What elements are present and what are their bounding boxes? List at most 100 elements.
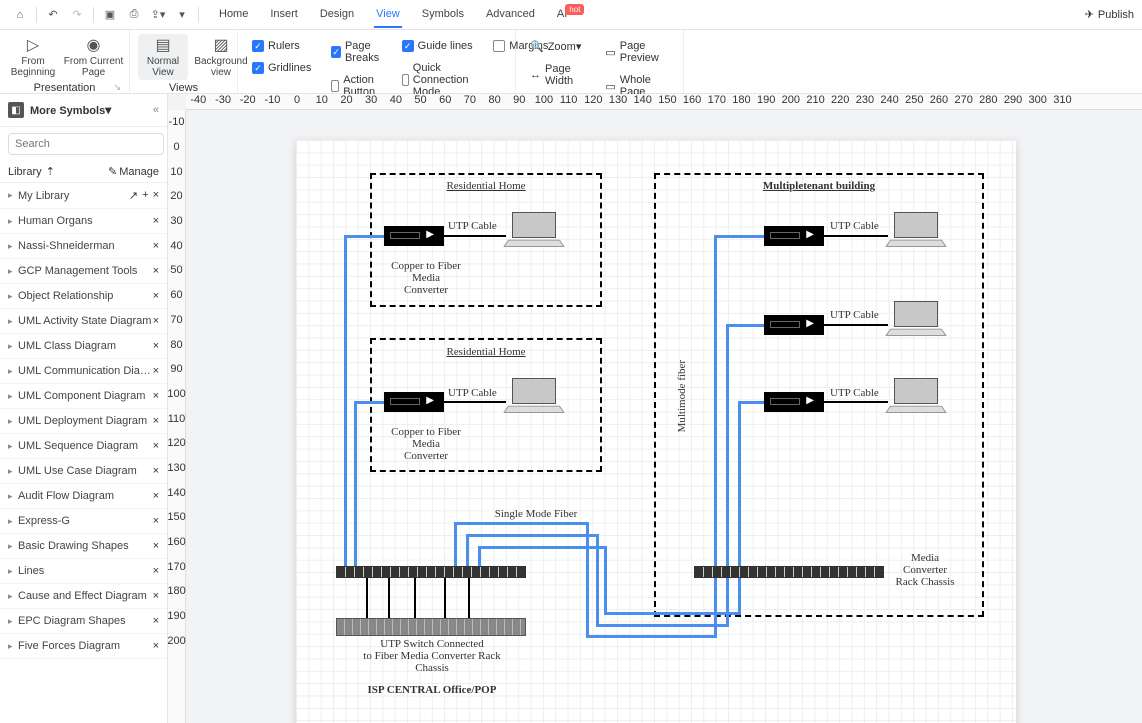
lib-action-icon[interactable]: × xyxy=(153,465,159,477)
lib-action-icon[interactable]: × xyxy=(153,415,159,427)
lib-action-icon[interactable]: × xyxy=(153,189,159,202)
search-input[interactable] xyxy=(8,133,164,155)
lib-action-icon[interactable]: × xyxy=(153,540,159,552)
library-item[interactable]: ▸Audit Flow Diagram× xyxy=(0,484,167,509)
rack-left[interactable] xyxy=(336,566,526,578)
lib-action-icon[interactable]: × xyxy=(153,390,159,402)
rack-right[interactable] xyxy=(694,566,884,578)
device-mt-1[interactable] xyxy=(764,226,824,246)
print-icon[interactable]: ⎙ xyxy=(122,3,146,27)
checkbox-gridlines[interactable]: Gridlines xyxy=(246,60,317,76)
lib-action-icon[interactable]: × xyxy=(153,440,159,452)
undo-icon[interactable]: ↶ xyxy=(41,3,65,27)
laptop-mt-2[interactable] xyxy=(888,301,944,337)
expand-icon[interactable]: ↘ xyxy=(113,82,121,93)
library-item[interactable]: ▸UML Deployment Diagram× xyxy=(0,409,167,434)
menu-tab-insert[interactable]: Insert xyxy=(268,2,300,28)
lib-action-icon[interactable]: × xyxy=(153,615,159,627)
menu-tab-view[interactable]: View xyxy=(374,2,402,28)
normal-view-button[interactable]: ▤Normal View xyxy=(138,34,188,80)
library-list[interactable]: ▸My Library↗+×▸Human Organs×▸Nassi-Shnei… xyxy=(0,183,167,723)
library-item[interactable]: ▸Lines× xyxy=(0,559,167,584)
library-item[interactable]: ▸Object Relationship× xyxy=(0,284,167,309)
lib-action-icon[interactable]: × xyxy=(153,640,159,652)
library-item[interactable]: ▸Five Forces Diagram× xyxy=(0,634,167,659)
laptop-mt-3[interactable] xyxy=(888,378,944,414)
lib-action-icon[interactable]: + xyxy=(142,189,148,202)
from-beginning-button[interactable]: ▷From Beginning xyxy=(8,34,58,80)
library-item[interactable]: ▸UML Activity State Diagram× xyxy=(0,309,167,334)
checkbox-label: Guide lines xyxy=(418,40,473,52)
from-current-button[interactable]: ◉From Current Page xyxy=(66,34,121,80)
library-item[interactable]: ▸UML Communication Diagr...× xyxy=(0,359,167,384)
library-item[interactable]: ▸My Library↗+× xyxy=(0,183,167,209)
lib-action-icon[interactable]: × xyxy=(153,340,159,352)
lib-action-icon[interactable]: × xyxy=(153,240,159,252)
library-item[interactable]: ▸UML Use Case Diagram× xyxy=(0,459,167,484)
page-width-button[interactable]: ↔Page Width xyxy=(524,61,591,89)
device-mt-3[interactable] xyxy=(764,392,824,412)
menu-tab-home[interactable]: Home xyxy=(217,2,250,28)
menu-tab-design[interactable]: Design xyxy=(318,2,356,28)
library-item[interactable]: ▸Cause and Effect Diagram× xyxy=(0,584,167,609)
library-item[interactable]: ▸Express-G× xyxy=(0,509,167,534)
lib-action-icon[interactable]: × xyxy=(153,515,159,527)
library-item[interactable]: ▸EPC Diagram Shapes× xyxy=(0,609,167,634)
lib-action-icon[interactable]: × xyxy=(153,265,159,277)
lib-action-icon[interactable]: × xyxy=(153,215,159,227)
library-item[interactable]: ▸UML Component Diagram× xyxy=(0,384,167,409)
lib-action-icon[interactable]: × xyxy=(153,490,159,502)
save-icon[interactable]: ▣ xyxy=(98,3,122,27)
checkbox-page-breaks[interactable]: Page Breaks xyxy=(325,38,387,66)
library-item[interactable]: ▸Human Organs× xyxy=(0,209,167,234)
wire xyxy=(354,401,357,566)
device-converter-2[interactable] xyxy=(384,392,444,412)
lib-action-icon[interactable]: × xyxy=(153,565,159,577)
laptop-mt-1[interactable] xyxy=(888,212,944,248)
wire xyxy=(726,324,764,327)
lib-action-icon[interactable]: × xyxy=(153,315,159,327)
page[interactable]: Residential Home UTP Cable Copper to Fib… xyxy=(296,140,1016,723)
menu-tab-symbols[interactable]: Symbols xyxy=(420,2,466,28)
device-converter-1[interactable] xyxy=(384,226,444,246)
wire xyxy=(344,235,347,566)
lib-action-icon[interactable]: × xyxy=(153,290,159,302)
home-icon[interactable]: ⌂ xyxy=(8,3,32,27)
checkbox-guide-lines[interactable]: Guide lines xyxy=(396,38,480,54)
lib-action-icon[interactable]: ↗ xyxy=(129,189,138,202)
label-single-mode: Single Mode Fiber xyxy=(436,508,636,520)
publish-button[interactable]: ✈ Publish xyxy=(1085,8,1134,21)
laptop-1[interactable] xyxy=(506,212,562,248)
lib-action-icon[interactable]: × xyxy=(153,590,159,602)
page-preview-button[interactable]: ▭Page Preview xyxy=(599,38,675,66)
manage-button[interactable]: ✎ Manage xyxy=(108,165,159,178)
library-item[interactable]: ▸Basic Drawing Shapes× xyxy=(0,534,167,559)
checkbox-rulers[interactable]: Rulers xyxy=(246,38,317,54)
chevron-right-icon: ▸ xyxy=(8,491,18,502)
wire xyxy=(714,578,717,638)
label-multimode: Multimode fiber xyxy=(676,360,688,432)
library-item-label: Express-G xyxy=(18,515,153,527)
library-item[interactable]: ▸GCP Management Tools× xyxy=(0,259,167,284)
device-mt-2[interactable] xyxy=(764,315,824,335)
canvas-area: -40-30-20-100102030405060708090100110120… xyxy=(168,94,1142,723)
export-icon[interactable]: ⇪▾ xyxy=(146,3,170,27)
library-item[interactable]: ▸UML Class Diagram× xyxy=(0,334,167,359)
lib-action-icon[interactable]: × xyxy=(153,365,159,377)
publish-label: Publish xyxy=(1098,9,1134,21)
collapse-icon[interactable]: « xyxy=(153,104,159,116)
switch-box[interactable] xyxy=(336,618,526,636)
more-icon[interactable]: ▾ xyxy=(170,3,194,27)
zoom-button[interactable]: 🔍Zoom▾ xyxy=(524,38,591,55)
chevron-right-icon: ▸ xyxy=(8,291,18,302)
menu-tab-advanced[interactable]: Advanced xyxy=(484,2,537,28)
library-item-label: UML Activity State Diagram xyxy=(18,315,153,327)
chevron-right-icon: ▸ xyxy=(8,216,18,227)
menu-tab-ai[interactable]: AIhot xyxy=(555,2,589,28)
redo-icon[interactable]: ↷ xyxy=(65,3,89,27)
canvas[interactable]: Residential Home UTP Cable Copper to Fib… xyxy=(186,110,1142,723)
library-item[interactable]: ▸UML Sequence Diagram× xyxy=(0,434,167,459)
pin-icon[interactable]: ⇡ xyxy=(46,165,55,178)
library-item[interactable]: ▸Nassi-Shneiderman× xyxy=(0,234,167,259)
laptop-2[interactable] xyxy=(506,378,562,414)
